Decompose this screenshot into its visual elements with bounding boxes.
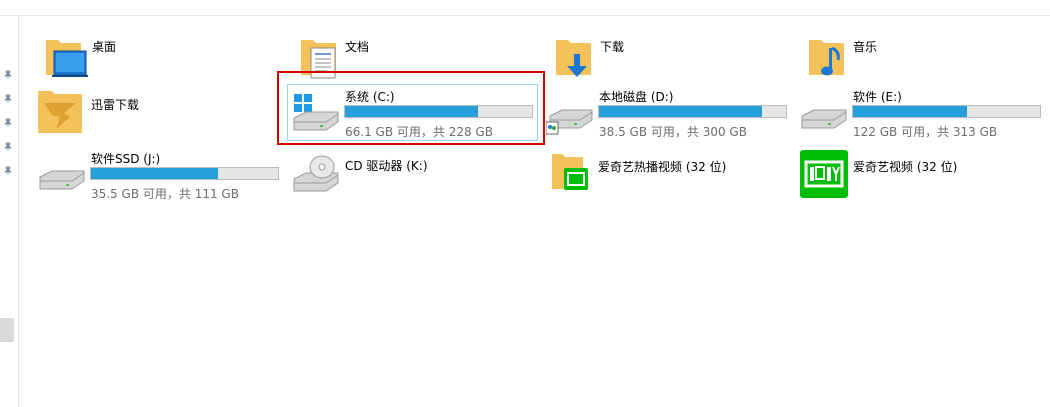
pin-icon[interactable] [3,142,13,152]
drive-label: 本地磁盘 (D:) [599,90,674,104]
folder-desktop[interactable]: 桌面 [40,34,285,92]
drive-usage-bar [90,167,279,180]
drive-usage-fill [853,106,968,117]
drive-icon [39,170,85,190]
drive-label: CD 驱动器 (K:) [345,159,428,173]
drive-j[interactable]: 软件SSD (J:) 35.5 GB 可用，共 111 GB [38,149,283,207]
folder-xunlei[interactable]: 迅雷下载 [36,87,281,145]
app-iqiyi-hot[interactable]: 爱奇艺热播视频 (32 位) [548,150,793,208]
drive-usage-fill [91,168,219,179]
drive-usage-bar [344,105,533,118]
windows-drive-icon [293,94,339,131]
drive-label: 软件 (E:) [853,90,902,104]
downloads-folder-icon [556,40,591,77]
cd-drive-icon [293,155,339,192]
folder-label: 文档 [345,40,370,54]
desktop-folder-icon [46,40,88,77]
drive-space-text: 66.1 GB 可用，共 228 GB [345,125,493,139]
folder-music[interactable]: 音乐 [805,34,1050,92]
drive-e[interactable]: 软件 (E:) 122 GB 可用，共 313 GB [800,88,1045,146]
pin-icon[interactable] [3,166,13,176]
music-folder-icon [809,40,844,76]
drive-c[interactable]: 系统 (C:) 66.1 GB 可用，共 228 GB [292,88,537,146]
iqiyi-folder-icon [552,154,588,190]
iqiyi-app-icon [800,150,848,198]
folder-label: 音乐 [853,40,878,54]
drive-usage-fill [345,106,478,117]
folder-downloads[interactable]: 下载 [550,34,795,92]
xunlei-folder-icon [38,91,82,133]
pin-icon[interactable] [3,118,13,128]
folder-label: 下载 [600,40,625,54]
pin-icon[interactable] [3,70,13,80]
app-label: 爱奇艺视频 (32 位) [853,160,958,174]
top-divider [0,15,1050,16]
drive-k[interactable]: CD 驱动器 (K:) [292,149,537,207]
drive-space-text: 38.5 GB 可用，共 300 GB [599,125,747,139]
network-drive-icon [546,109,593,135]
drive-usage-fill [599,106,762,117]
drive-label: 软件SSD (J:) [91,152,161,166]
drive-d[interactable]: 本地磁盘 (D:) 38.5 GB 可用，共 300 GB [546,88,791,146]
navigation-pane[interactable] [0,16,19,407]
folder-label: 迅雷下载 [91,98,140,112]
folder-label: 桌面 [92,40,117,54]
pin-icon[interactable] [3,94,13,104]
drive-usage-bar [598,105,787,118]
drive-icon [801,109,847,129]
app-label: 爱奇艺热播视频 (32 位) [598,160,727,174]
scrollbar-thumb[interactable] [0,318,14,342]
app-iqiyi[interactable]: 爱奇艺视频 (32 位) [800,150,1045,208]
drive-usage-bar [852,105,1041,118]
drive-label: 系统 (C:) [345,90,395,104]
drive-space-text: 35.5 GB 可用，共 111 GB [91,187,239,201]
drive-space-text: 122 GB 可用，共 313 GB [853,125,998,139]
